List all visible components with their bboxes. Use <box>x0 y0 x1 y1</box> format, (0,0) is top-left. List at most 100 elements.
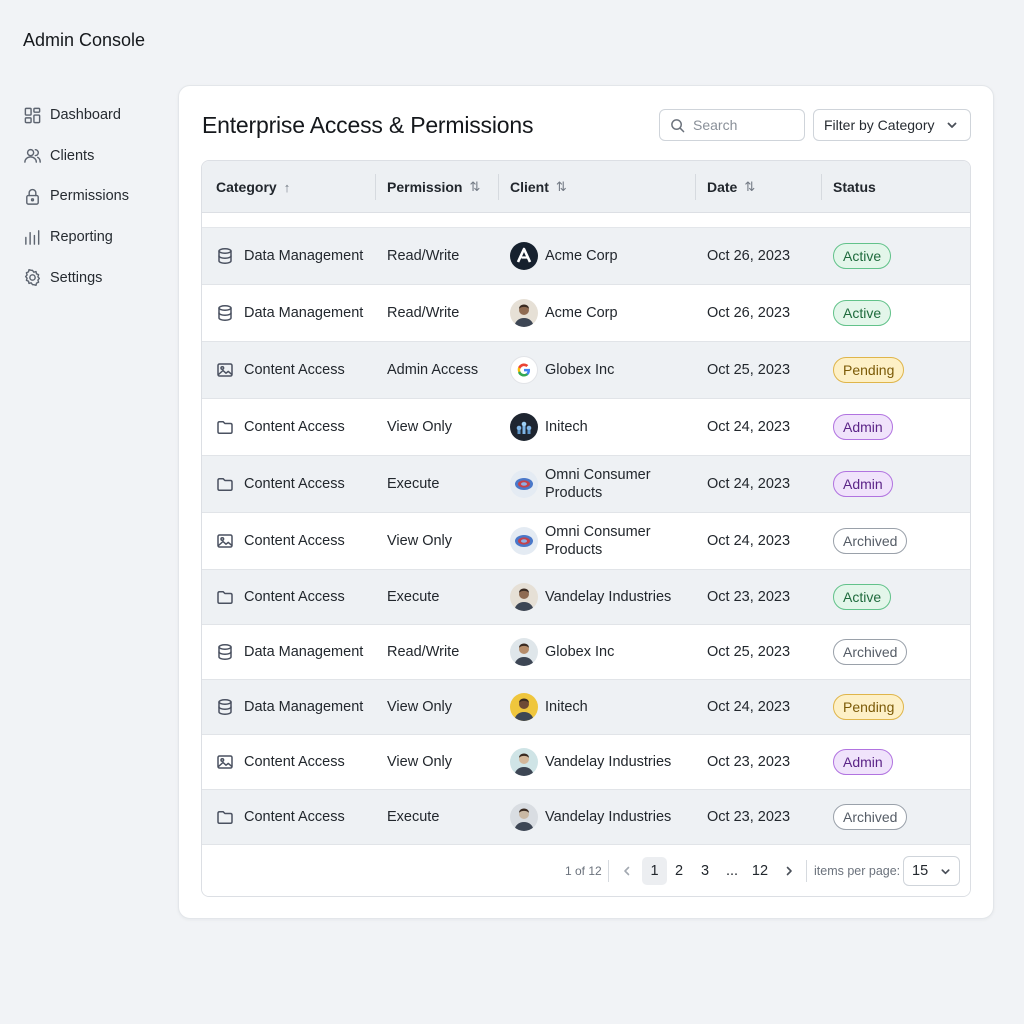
status-badge: Admin <box>833 749 893 775</box>
column-header-category[interactable]: Category ↑ <box>216 161 290 213</box>
table-row[interactable]: Data Management Read/Write Acme Corp Oct 26… <box>202 228 970 285</box>
date-cell: Oct 25, 2023 <box>707 644 791 660</box>
column-label: Date <box>707 179 738 195</box>
page-button-12[interactable]: 12 <box>748 857 772 885</box>
sidebar-item-label: Dashboard <box>50 107 121 124</box>
users-icon <box>22 146 42 166</box>
items-per-page-label: items per page: <box>814 864 901 878</box>
database-icon <box>216 304 235 323</box>
image-icon <box>216 532 235 551</box>
permission-cell: Admin Access <box>387 362 479 378</box>
sidebar: Dashboard Clients Permissions Reporting … <box>22 95 172 298</box>
date-cell: Oct 24, 2023 <box>707 699 791 715</box>
filter-category-dropdown[interactable]: Filter by Category <box>813 109 971 141</box>
category-cell: Data Management <box>216 625 363 679</box>
category-cell: Content Access <box>216 790 345 844</box>
page-button-3[interactable]: 3 <box>694 857 716 885</box>
table-row[interactable]: Content Access Execute Vandelay Industries… <box>202 790 970 845</box>
status-cell: Archived <box>833 625 908 679</box>
sort-ascending-icon: ↑ <box>283 179 291 195</box>
search-input[interactable] <box>693 117 793 133</box>
status-cell: Admin <box>833 399 893 455</box>
status-cell: Admin <box>833 456 893 512</box>
sidebar-item-label: Reporting <box>50 229 113 246</box>
client-logo <box>510 748 545 776</box>
sidebar-item-settings[interactable]: Settings <box>22 257 172 298</box>
client-logo <box>510 413 545 441</box>
client-name: Vandelay Industries <box>545 589 672 605</box>
pagination: 1 of 12 1 2 3 ... 12 items per page: 15 <box>202 844 970 896</box>
status-cell: Active <box>833 570 892 624</box>
date-cell: Oct 23, 2023 <box>707 754 791 770</box>
status-badge: Archived <box>833 804 908 830</box>
folder-icon <box>216 588 235 607</box>
date-cell: Oct 25, 2023 <box>707 362 791 378</box>
client-logo <box>510 527 545 555</box>
page-ellipsis: ... <box>725 863 739 879</box>
permissions-card: Enterprise Access & Permissions Filter b… <box>178 85 994 919</box>
table-row[interactable]: Content Access View Only Initech Oct 24, 20… <box>202 399 970 456</box>
table-row[interactable]: Content Access View Only Omni Consumer Pro… <box>202 513 970 570</box>
client-name: Initech <box>545 699 588 715</box>
category-cell: Content Access <box>216 456 345 512</box>
table-row[interactable]: Content Access Execute Vandelay Industries… <box>202 570 970 625</box>
category-cell: Content Access <box>216 570 345 624</box>
chevron-down-icon <box>947 122 957 128</box>
category-label: Content Access <box>244 754 345 770</box>
sidebar-item-permissions[interactable]: Permissions <box>22 176 172 217</box>
column-header-client[interactable]: Client ⇅ <box>510 161 567 213</box>
column-label: Status <box>833 179 876 195</box>
sort-icon: ⇅ <box>744 179 756 194</box>
client-cell: Globex Inc <box>510 342 614 398</box>
category-cell: Content Access <box>216 342 345 398</box>
table-row[interactable]: Content Access Execute Omni Consumer Produ… <box>202 456 970 513</box>
search-box[interactable] <box>659 109 805 141</box>
client-cell: Initech <box>510 680 588 734</box>
items-per-page-value: 15 <box>912 863 929 879</box>
chevron-left-icon <box>624 866 630 876</box>
date-cell: Oct 23, 2023 <box>707 589 791 605</box>
filter-label: Filter by Category <box>824 117 935 133</box>
client-cell: Vandelay Industries <box>510 735 671 789</box>
image-icon <box>216 361 235 380</box>
prev-page-button[interactable] <box>618 857 636 885</box>
page-button-1[interactable]: 1 <box>642 857 667 885</box>
client-cell: Globex Inc <box>510 625 614 679</box>
client-logo <box>510 356 545 384</box>
category-label: Data Management <box>244 644 364 660</box>
page-button-2[interactable]: 2 <box>668 857 690 885</box>
sidebar-item-reporting[interactable]: Reporting <box>22 217 172 258</box>
sidebar-item-dashboard[interactable]: Dashboard <box>22 95 172 136</box>
status-cell: Admin <box>833 735 893 789</box>
client-name: Globex Inc <box>545 644 615 660</box>
category-label: Content Access <box>244 589 345 605</box>
table-spacer <box>202 213 970 228</box>
items-per-page-select[interactable]: 15 <box>903 856 960 886</box>
client-logo <box>510 299 545 327</box>
table-row[interactable]: Content Access View Only Vandelay Industri… <box>202 735 970 790</box>
category-label: Data Management <box>244 305 364 321</box>
date-cell: Oct 26, 2023 <box>707 248 791 264</box>
table-row[interactable]: Data Management Read/Write Acme Corp Oct 26… <box>202 285 970 342</box>
date-cell: Oct 24, 2023 <box>707 533 791 549</box>
category-cell: Data Management <box>216 228 363 284</box>
chevron-down-icon <box>941 868 950 874</box>
next-page-button[interactable] <box>780 857 798 885</box>
permission-cell: Read/Write <box>387 305 460 321</box>
column-header-status[interactable]: Status <box>833 161 876 213</box>
table-row[interactable]: Content Access Admin Access Globex Inc Oct … <box>202 342 970 399</box>
table-row[interactable]: Data Management Read/Write Globex Inc Oct 2… <box>202 625 970 680</box>
sidebar-item-label: Settings <box>50 269 103 286</box>
bar-chart-icon <box>22 227 42 247</box>
sidebar-item-clients[interactable]: Clients <box>22 136 172 177</box>
category-label: Content Access <box>244 809 345 825</box>
image-icon <box>216 753 235 772</box>
table-row[interactable]: Data Management View Only Initech Oct 24, 2… <box>202 680 970 735</box>
client-name: Vandelay Industries <box>545 754 672 770</box>
column-header-date[interactable]: Date ⇅ <box>707 161 755 213</box>
sort-icon: ⇅ <box>555 179 567 194</box>
client-name: Initech <box>545 419 588 435</box>
client-cell: Omni Consumer Products <box>510 513 663 569</box>
folder-icon <box>216 418 235 437</box>
column-header-permission[interactable]: Permission ⇅ <box>387 161 480 213</box>
